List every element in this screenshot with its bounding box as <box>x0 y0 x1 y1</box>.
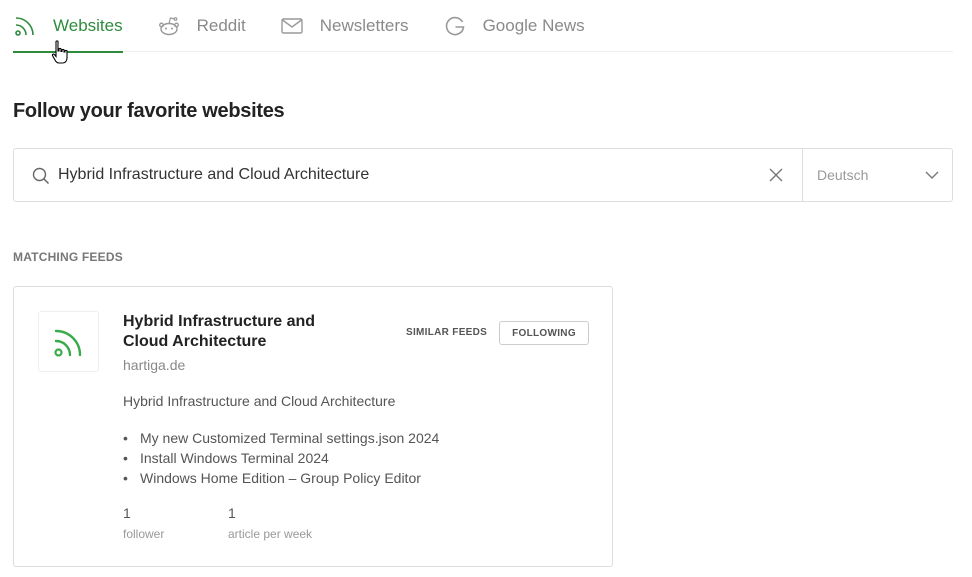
tab-label: Reddit <box>196 16 246 35</box>
language-select[interactable]: Deutsch <box>802 149 953 201</box>
followers-stat: 1 follower <box>123 505 164 541</box>
feed-description: Hybrid Infrastructure and Cloud Architec… <box>123 393 396 409</box>
clear-search-icon[interactable] <box>768 167 784 188</box>
tab-label: Newsletters <box>319 16 409 35</box>
search-icon <box>32 167 50 190</box>
followers-count: 1 <box>123 505 131 521</box>
feed-thumbnail <box>38 311 99 372</box>
envelope-icon <box>280 14 304 38</box>
similar-feeds-button[interactable]: SIMILAR FEEDS <box>406 327 487 338</box>
reddit-icon <box>157 14 181 38</box>
list-item[interactable]: Install Windows Terminal 2024 <box>123 448 439 468</box>
section-label: MATCHING FEEDS <box>13 250 123 264</box>
tab-reddit[interactable]: Reddit <box>157 0 246 52</box>
search-input[interactable] <box>58 161 758 189</box>
tab-label: Websites <box>53 16 123 35</box>
tab-label: Google News <box>482 16 585 35</box>
feed-domain: hartiga.de <box>123 357 186 373</box>
articles-per-week-stat: 1 article per week <box>228 505 312 541</box>
google-icon <box>443 14 467 38</box>
rss-icon <box>13 14 37 38</box>
hand-cursor-icon <box>51 40 68 64</box>
feed-title[interactable]: Hybrid Infrastructure and Cloud Architec… <box>123 312 353 352</box>
tab-google-news[interactable]: Google News <box>443 0 585 52</box>
followers-label: follower <box>123 527 165 541</box>
feed-card: Hybrid Infrastructure and Cloud Architec… <box>13 286 613 567</box>
articles-label: article per week <box>228 527 313 541</box>
following-button[interactable]: FOLLOWING <box>499 321 589 345</box>
list-item[interactable]: Windows Home Edition – Group Policy Edit… <box>123 468 439 488</box>
rss-icon <box>53 329 81 357</box>
recent-articles-list: My new Customized Terminal settings.json… <box>123 428 439 488</box>
language-value: Deutsch <box>817 167 869 183</box>
source-tabs: Websites Reddit Newsletters Google News <box>13 0 953 53</box>
tab-newsletters[interactable]: Newsletters <box>280 0 409 52</box>
articles-count: 1 <box>228 505 236 521</box>
list-item[interactable]: My new Customized Terminal settings.json… <box>123 428 439 448</box>
feed-search-bar: Deutsch <box>13 148 953 202</box>
chevron-down-icon <box>925 168 939 185</box>
page-title: Follow your favorite websites <box>13 100 285 122</box>
